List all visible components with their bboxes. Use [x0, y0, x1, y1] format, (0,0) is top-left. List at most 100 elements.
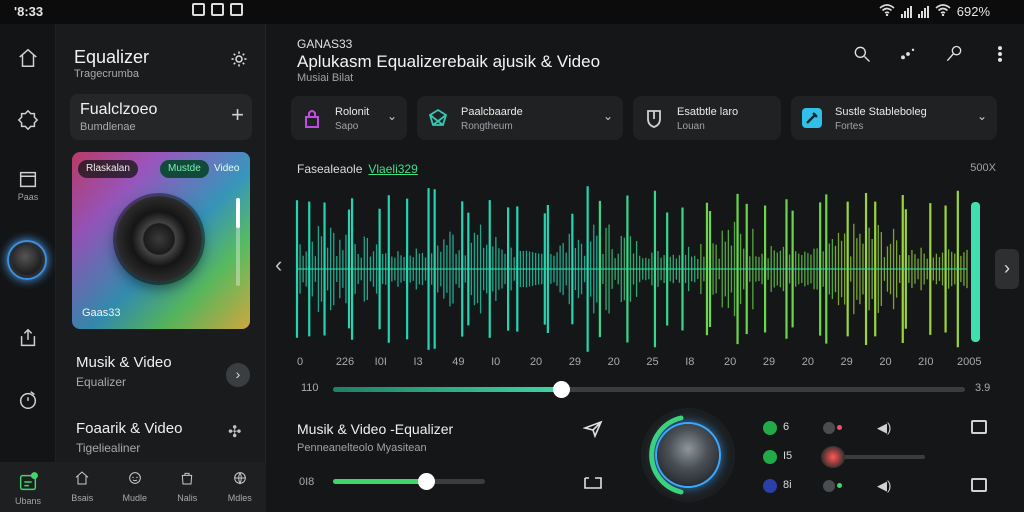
tab-label: Bsais: [71, 493, 94, 503]
preset-title: Esatbtle laro: [677, 106, 739, 118]
tool-icon: [802, 108, 822, 128]
preset-dropdown-4[interactable]: Sustle Stableboleg Fortes ⌄: [791, 96, 997, 140]
channel-dot[interactable]: [763, 450, 777, 464]
tab-basis[interactable]: Bsais: [56, 462, 109, 512]
badge-icon[interactable]: [14, 106, 42, 134]
art-caption: Gaas33: [82, 307, 121, 319]
art-volume-slider[interactable]: [236, 198, 240, 286]
channel-toggle[interactable]: [823, 422, 835, 434]
list-item-title: Foaarik & Video: [76, 420, 183, 437]
top-actions: [852, 44, 1010, 64]
waveform-visualizer: [295, 186, 980, 352]
speaker-image: [116, 196, 202, 282]
side-panel: Equalizer Tragecrumba Fualclzoeo Bumdlen…: [56, 24, 266, 512]
gain-knob[interactable]: [657, 424, 719, 486]
status-bar: '8:33 692%: [0, 0, 1024, 24]
more-vertical-icon[interactable]: [990, 44, 1010, 64]
volume-thumb[interactable]: [417, 473, 435, 490]
preset-card[interactable]: Fualclzoeo Bumdlenae +: [70, 94, 252, 140]
now-playing-title: Musik & Video -Equalizer: [297, 421, 454, 437]
channel-slider-thumb[interactable]: [821, 446, 845, 468]
search-icon[interactable]: [852, 44, 872, 64]
chevron-down-icon: ⌄: [602, 109, 613, 123]
nav-rail: Paas Ubans: [0, 24, 56, 512]
add-icon[interactable]: +: [231, 104, 244, 126]
seek-end: 3.9: [975, 382, 991, 394]
art-chip-music[interactable]: Mustde: [160, 160, 209, 178]
home-icon: [75, 471, 89, 485]
preset-dropdown-2[interactable]: Paalcbaarde Rongtheum ⌄: [417, 96, 623, 140]
rail-knob[interactable]: [7, 240, 47, 280]
channel-toggle-dot: [837, 425, 842, 430]
home-icon[interactable]: [14, 44, 42, 72]
frequency-tick-label: 2I0: [918, 356, 934, 368]
microphone-icon[interactable]: [944, 44, 964, 64]
list-item-subtitle: Tigeliealiner: [76, 441, 141, 455]
seek-bar[interactable]: [333, 381, 965, 398]
volume-fill: [333, 479, 426, 484]
rail-bottom[interactable]: Ubans: [0, 462, 56, 512]
tab-module[interactable]: Mudle: [109, 462, 162, 512]
miniplayer-icon[interactable]: [583, 474, 603, 490]
preset-dropdown-1[interactable]: Rolonit Sapo ⌄: [291, 96, 407, 140]
frequency-tick-label: 29: [568, 356, 581, 368]
tab-modules[interactable]: Mdles: [214, 462, 267, 512]
channel-value: 8i: [783, 479, 792, 491]
settings-gear-icon[interactable]: [230, 50, 248, 68]
art-chip-video[interactable]: Video: [206, 160, 247, 178]
preset-card-title: Fualclzoeo: [80, 101, 158, 118]
chevron-right-icon[interactable]: ›: [995, 249, 1019, 289]
list-item-musik-video[interactable]: Musik & Video Equalizer: [76, 354, 172, 389]
page-subtitle: Musiai Bilat: [297, 72, 354, 84]
list-item-subtitle: Equalizer: [76, 375, 127, 389]
volume-slider[interactable]: [333, 473, 485, 490]
speaker-icon[interactable]: ◀): [877, 420, 891, 436]
chevron-right-icon[interactable]: ›: [226, 363, 250, 387]
speaker-icon[interactable]: ◀): [877, 478, 891, 494]
preset-subtitle: Fortes: [835, 121, 864, 132]
preset-dropdown-3[interactable]: Esatbtle laro Louan: [633, 96, 781, 140]
notification-icon: [230, 3, 243, 16]
share-icon[interactable]: [14, 324, 42, 352]
export-icon[interactable]: [971, 478, 987, 492]
channel-dot[interactable]: [763, 421, 777, 435]
channel-toggle[interactable]: [823, 480, 835, 492]
repeat-icon[interactable]: [971, 420, 987, 434]
tab-nalis[interactable]: Nalis: [161, 462, 214, 512]
visualizer-label: Fasealeaole: [297, 162, 363, 176]
frequency-tick-label: 20: [879, 356, 892, 368]
list-item-foaarik-video[interactable]: Foaarik & Video Tigeliealiner: [76, 420, 182, 455]
channel-dot[interactable]: [763, 479, 777, 493]
visualizer-header: Fasealeaole Vlaeli329: [297, 162, 418, 176]
visualizer-highlight[interactable]: Vlaeli329: [368, 162, 417, 176]
frequency-tick-label: 226: [335, 356, 355, 368]
send-icon[interactable]: [583, 420, 603, 438]
equalizer-app-icon[interactable]: [14, 468, 42, 496]
frequency-tick-label: 20: [801, 356, 814, 368]
frequency-tick-label: 0: [297, 356, 304, 368]
seek-thumb[interactable]: [552, 381, 570, 398]
channel-slider[interactable]: [833, 455, 925, 459]
frequency-tick-label: I3: [413, 356, 423, 368]
preset-subtitle: Louan: [677, 121, 705, 132]
tab-label: Mudle: [122, 493, 147, 503]
channel-row: I5: [763, 446, 1003, 468]
album-art-card[interactable]: Rlaskalan Mustde Video Gaas33: [72, 152, 250, 329]
sparkle-icon[interactable]: [898, 44, 918, 64]
frequency-tick-label: 29: [762, 356, 776, 368]
battery-text: 692%: [956, 4, 990, 19]
frequency-tick-label: 20: [724, 356, 737, 368]
channel-toggle-dot: [837, 483, 842, 488]
frequency-tick-label: 49: [452, 356, 465, 368]
rail-item-label: Paas: [17, 192, 39, 202]
timer-icon[interactable]: [14, 386, 42, 414]
move-icon[interactable]: ✣: [228, 422, 241, 442]
channel-row: 6 ◀): [763, 418, 1003, 438]
chevron-left-icon[interactable]: ‹: [275, 252, 282, 278]
tab-label: Mdles: [227, 493, 252, 503]
folder-icon[interactable]: [14, 165, 42, 193]
rail-bottom-label: Ubans: [14, 496, 41, 506]
frequency-tick-label: 20: [529, 356, 543, 368]
channel-value: I5: [783, 450, 793, 462]
wifi-icon-2: [935, 4, 951, 19]
